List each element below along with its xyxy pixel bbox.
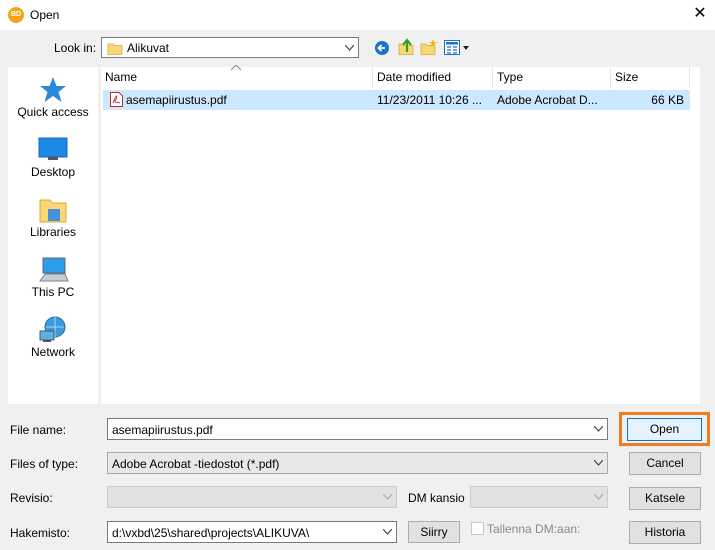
dm-kansio-label: DM kansio: [408, 491, 465, 505]
siirry-button[interactable]: Siirry: [408, 521, 460, 543]
files-of-type-select[interactable]: Adobe Acrobat -tiedostot (*.pdf): [107, 452, 608, 474]
chevron-down-icon: [590, 487, 607, 507]
up-folder-icon[interactable]: [397, 38, 415, 56]
place-desktop[interactable]: Desktop: [8, 135, 98, 179]
column-header-type[interactable]: Type: [493, 67, 611, 89]
window-title: Open: [30, 8, 60, 22]
look-in-label: Look in:: [54, 41, 97, 55]
tallenna-checkbox[interactable]: [471, 522, 484, 535]
desktop-icon: [37, 135, 69, 165]
file-list[interactable]: Name Date modified Type Size asemapiirus…: [101, 65, 700, 404]
chevron-down-icon: [590, 453, 607, 473]
pdf-file-icon: [110, 92, 123, 107]
place-label: This PC: [31, 285, 75, 299]
computer-icon: [37, 255, 69, 285]
file-name-input[interactable]: asemapiirustus.pdf: [107, 418, 608, 440]
revisio-select[interactable]: [107, 486, 397, 508]
network-icon: [37, 315, 69, 345]
look-in-value: Alikuvat: [127, 41, 170, 55]
place-label: Libraries: [29, 225, 77, 239]
close-icon[interactable]: ✕: [690, 3, 710, 25]
historia-button[interactable]: Historia: [629, 521, 701, 544]
place-libraries[interactable]: Libraries: [8, 195, 98, 239]
chevron-down-icon[interactable]: [379, 522, 396, 542]
tallenna-label: Tallenna DM:aan:: [487, 522, 581, 536]
revisio-label: Revisio:: [10, 491, 53, 505]
hakemisto-value: d:\vxbd\25\shared\projects\ALIKUVA\: [112, 526, 310, 540]
place-label: Quick access: [17, 105, 89, 119]
folder-icon: [107, 43, 123, 55]
place-quick-access[interactable]: Quick access: [8, 75, 98, 119]
file-name-cell: asemapiirustus.pdf: [126, 93, 227, 107]
look-in-combo[interactable]: Alikuvat: [101, 37, 359, 58]
star-icon: [37, 75, 69, 105]
file-size-cell: 66 KB: [651, 93, 684, 107]
column-header-date[interactable]: Date modified: [373, 67, 493, 89]
scrollbar[interactable]: [690, 67, 700, 404]
view-menu-icon[interactable]: [444, 40, 470, 56]
back-icon[interactable]: [374, 40, 390, 56]
file-date-cell: 11/23/2011 10:26 ...: [377, 93, 482, 107]
chevron-down-icon: [379, 487, 396, 507]
files-of-type-label: Files of type:: [10, 457, 79, 471]
dm-kansio-select[interactable]: [470, 486, 608, 508]
hakemisto-input[interactable]: d:\vxbd\25\shared\projects\ALIKUVA\: [107, 521, 397, 543]
files-of-type-value: Adobe Acrobat -tiedostot (*.pdf): [112, 457, 280, 471]
title-bar: [0, 0, 715, 30]
hakemisto-label: Hakemisto:: [10, 526, 71, 540]
file-type-cell: Adobe Acrobat D...: [497, 93, 598, 107]
new-folder-icon[interactable]: [420, 38, 438, 56]
table-row[interactable]: asemapiirustus.pdf 11/23/2011 10:26 ... …: [103, 90, 690, 110]
cancel-button[interactable]: Cancel: [629, 452, 701, 475]
place-this-pc[interactable]: This PC: [8, 255, 98, 299]
app-icon: BD: [8, 7, 24, 23]
file-name-label: File name:: [10, 423, 67, 437]
column-header-size[interactable]: Size: [611, 67, 690, 89]
place-network[interactable]: Network: [8, 315, 98, 359]
column-header-name[interactable]: Name: [101, 67, 373, 89]
open-button[interactable]: Open: [627, 418, 702, 441]
place-label: Network: [30, 345, 75, 359]
file-name-value: asemapiirustus.pdf: [112, 423, 213, 437]
chevron-down-icon: [341, 38, 358, 57]
place-label: Desktop: [30, 165, 76, 179]
places-sidebar: Quick access Desktop Libraries This PC N…: [8, 67, 98, 404]
chevron-down-icon[interactable]: [590, 419, 607, 439]
libraries-icon: [37, 195, 69, 225]
katsele-button[interactable]: Katsele: [629, 487, 701, 510]
